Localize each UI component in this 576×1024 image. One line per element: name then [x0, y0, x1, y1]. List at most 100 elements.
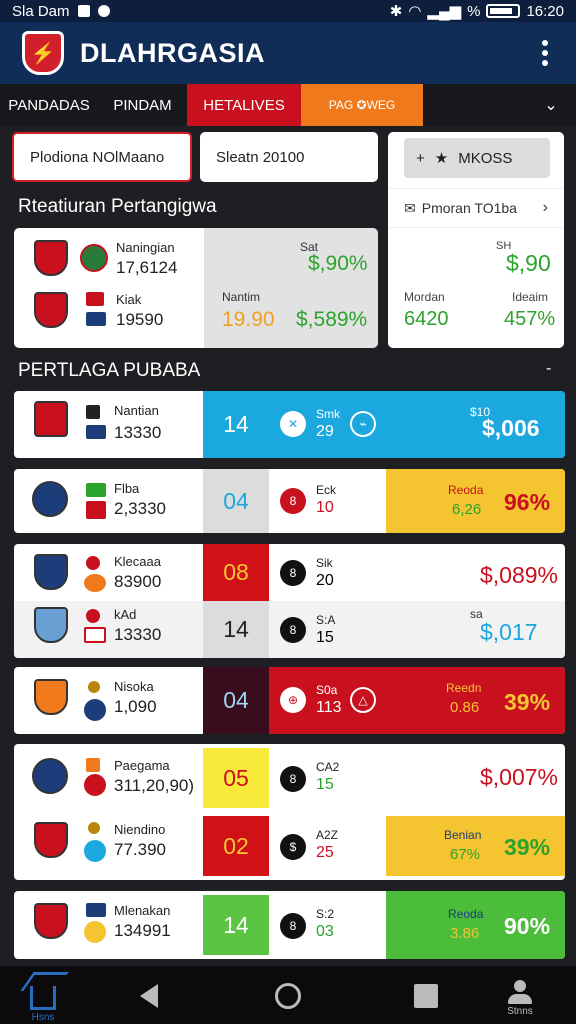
match-status-icon: 8	[280, 488, 306, 514]
mid-label: Smk	[316, 407, 340, 421]
match-status-icon: 8	[280, 617, 306, 643]
nav-profile[interactable]: Stnns	[506, 978, 534, 1017]
featured-match-card[interactable]: Naningian 17,6124 Kiak 19590 Sat $,90% N…	[14, 228, 378, 348]
whistle-icon: ⌁	[350, 411, 376, 437]
plus-icon: +	[416, 149, 425, 167]
team-name: Naningian	[116, 240, 175, 255]
match-row[interactable]: Nantian 13330 14 ✕ Smk 29 ⌁ $10 $,006	[14, 391, 565, 458]
match-row[interactable]: kAd 13330 14 8 S:A 15 sa $,017	[14, 601, 565, 658]
odds-value: 39%	[504, 689, 551, 715]
side-left-value: 6420	[404, 308, 449, 330]
flag-icon	[86, 292, 104, 306]
markets-button[interactable]: + ★ MKOSS	[404, 138, 550, 178]
tab-pag-weg[interactable]: PAG ✪WEG	[301, 84, 423, 126]
promo-link[interactable]: ✉ Pmoran TO1ba ›	[388, 188, 564, 228]
nav-back[interactable]	[140, 978, 158, 1008]
odds-value: $,017	[480, 619, 538, 645]
collapse-icon[interactable]: -	[546, 360, 551, 378]
star-icon	[86, 405, 100, 419]
chevron-right-icon: ›	[542, 199, 548, 216]
match-row[interactable]: Paegama 311,20,90) 05 8 CA2 15 $,007%	[14, 744, 565, 812]
app-bar: ⚡ DLAHRGASIA	[0, 22, 576, 84]
featured-odds-top: $,90%	[308, 252, 368, 275]
featured-teams: Naningian 17,6124 Kiak 19590	[14, 228, 204, 348]
mid-value: 10	[316, 499, 334, 516]
nav-home[interactable]: Hsns	[30, 978, 56, 1023]
nav-home-circle[interactable]	[275, 978, 301, 1009]
carrier-label: Sla Dam	[12, 2, 70, 20]
odds-label: Benian	[444, 828, 482, 842]
team-badge-icon	[84, 840, 106, 862]
flag-icon	[86, 903, 106, 917]
team-number: 17,6124	[116, 258, 178, 277]
match-row[interactable]: Niendino 77.390 02 $ A2Z 25 Benian 67% 3…	[14, 812, 565, 880]
team-badge-icon	[84, 921, 106, 943]
tab-hetalives[interactable]: HETALIVES	[187, 84, 301, 126]
star-icon	[88, 681, 100, 693]
mid-value: 20	[316, 572, 334, 589]
score: 14	[223, 411, 249, 437]
list-section-title: PERTLAGA PUBABA	[18, 360, 201, 381]
signal-icon: ▂▄▆	[427, 3, 462, 20]
mid-label: A2Z	[316, 828, 339, 842]
team-number: 2,3330	[114, 499, 166, 518]
score: 08	[223, 559, 249, 585]
flag-icon	[86, 312, 106, 326]
odds-value: $,007%	[480, 764, 559, 790]
team-number: 13330	[114, 625, 162, 644]
match-row[interactable]: Klecaaa 83900 08 8 Sik 20 $,089%	[14, 544, 565, 601]
odds-sub: 3.86	[450, 925, 480, 942]
competition-filter[interactable]: Plodiona NOlMaano	[12, 132, 192, 182]
mid-value: 15	[316, 776, 334, 793]
team-crest-icon	[32, 481, 68, 517]
mid-label: S:2	[316, 907, 335, 921]
team-crest-icon	[34, 679, 68, 715]
team-name: Nantian	[114, 403, 159, 418]
notification-icon	[77, 5, 90, 17]
battery-percent: %	[467, 2, 481, 20]
team-name: Niendino	[114, 822, 166, 837]
team-crest-icon	[34, 292, 68, 328]
match-status-icon: 8	[280, 913, 306, 939]
tab-pandadas[interactable]: PANDADAS	[0, 84, 98, 126]
markets-label: MKOSS	[458, 149, 513, 167]
flag-icon	[86, 609, 100, 623]
user-icon	[506, 980, 534, 1006]
flag-icon	[86, 483, 106, 497]
match-row[interactable]: Mlenakan 134991 14 8 S:2 03 Reoda 3.86 9…	[14, 891, 565, 959]
team-number: 83900	[114, 572, 162, 591]
score: 04	[223, 687, 249, 713]
match-group: Klecaaa 83900 08 8 Sik 20 $,089% kAd 133…	[14, 544, 565, 658]
team-number: 134991	[114, 921, 171, 940]
mid-value: 03	[316, 923, 334, 940]
odds-value: $,006	[482, 415, 540, 441]
match-status-icon: 8	[280, 560, 306, 586]
featured-label: Nantim	[222, 290, 261, 304]
team-crest-icon	[34, 607, 68, 643]
nav-recents[interactable]	[414, 978, 438, 1008]
home-icon	[30, 986, 56, 1010]
match-row[interactable]: Nisoka 1,090 04 ⊕ S0a 113 △ Reedn 0.86 3…	[14, 667, 565, 734]
app-title: DLAHRGASIA	[80, 37, 265, 68]
chevron-down-icon[interactable]: ⌄	[526, 84, 576, 126]
odds-label: Reoda	[448, 907, 484, 921]
side-right-label: Ideaim	[512, 290, 549, 304]
season-filter[interactable]: Sleatn 20100	[200, 132, 378, 182]
status-bar: Sla Dam ✱ ◠ ▂▄▆ % 16:20	[0, 0, 576, 22]
flag-icon	[86, 556, 100, 570]
score: 14	[223, 911, 249, 938]
bottom-navigation: Hsns Stnns	[0, 966, 576, 1024]
match-status-icon: ⊕	[280, 687, 306, 713]
team-number: 77.390	[114, 840, 166, 859]
tab-pindam[interactable]: PINDAM	[98, 84, 187, 126]
overflow-menu-icon[interactable]	[536, 34, 554, 72]
clock: 16:20	[526, 2, 564, 20]
messenger-icon	[97, 5, 110, 17]
team-name: Paegama	[114, 758, 170, 773]
match-row[interactable]: Flba 2,3330 04 8 Eck 10 Reoda 6,26 96%	[14, 469, 565, 533]
score: 02	[223, 832, 249, 859]
team-number: 13330	[114, 423, 162, 442]
team-crest-icon	[34, 554, 68, 590]
team-badge-icon	[84, 774, 106, 796]
featured-value: 19.90	[222, 308, 275, 331]
